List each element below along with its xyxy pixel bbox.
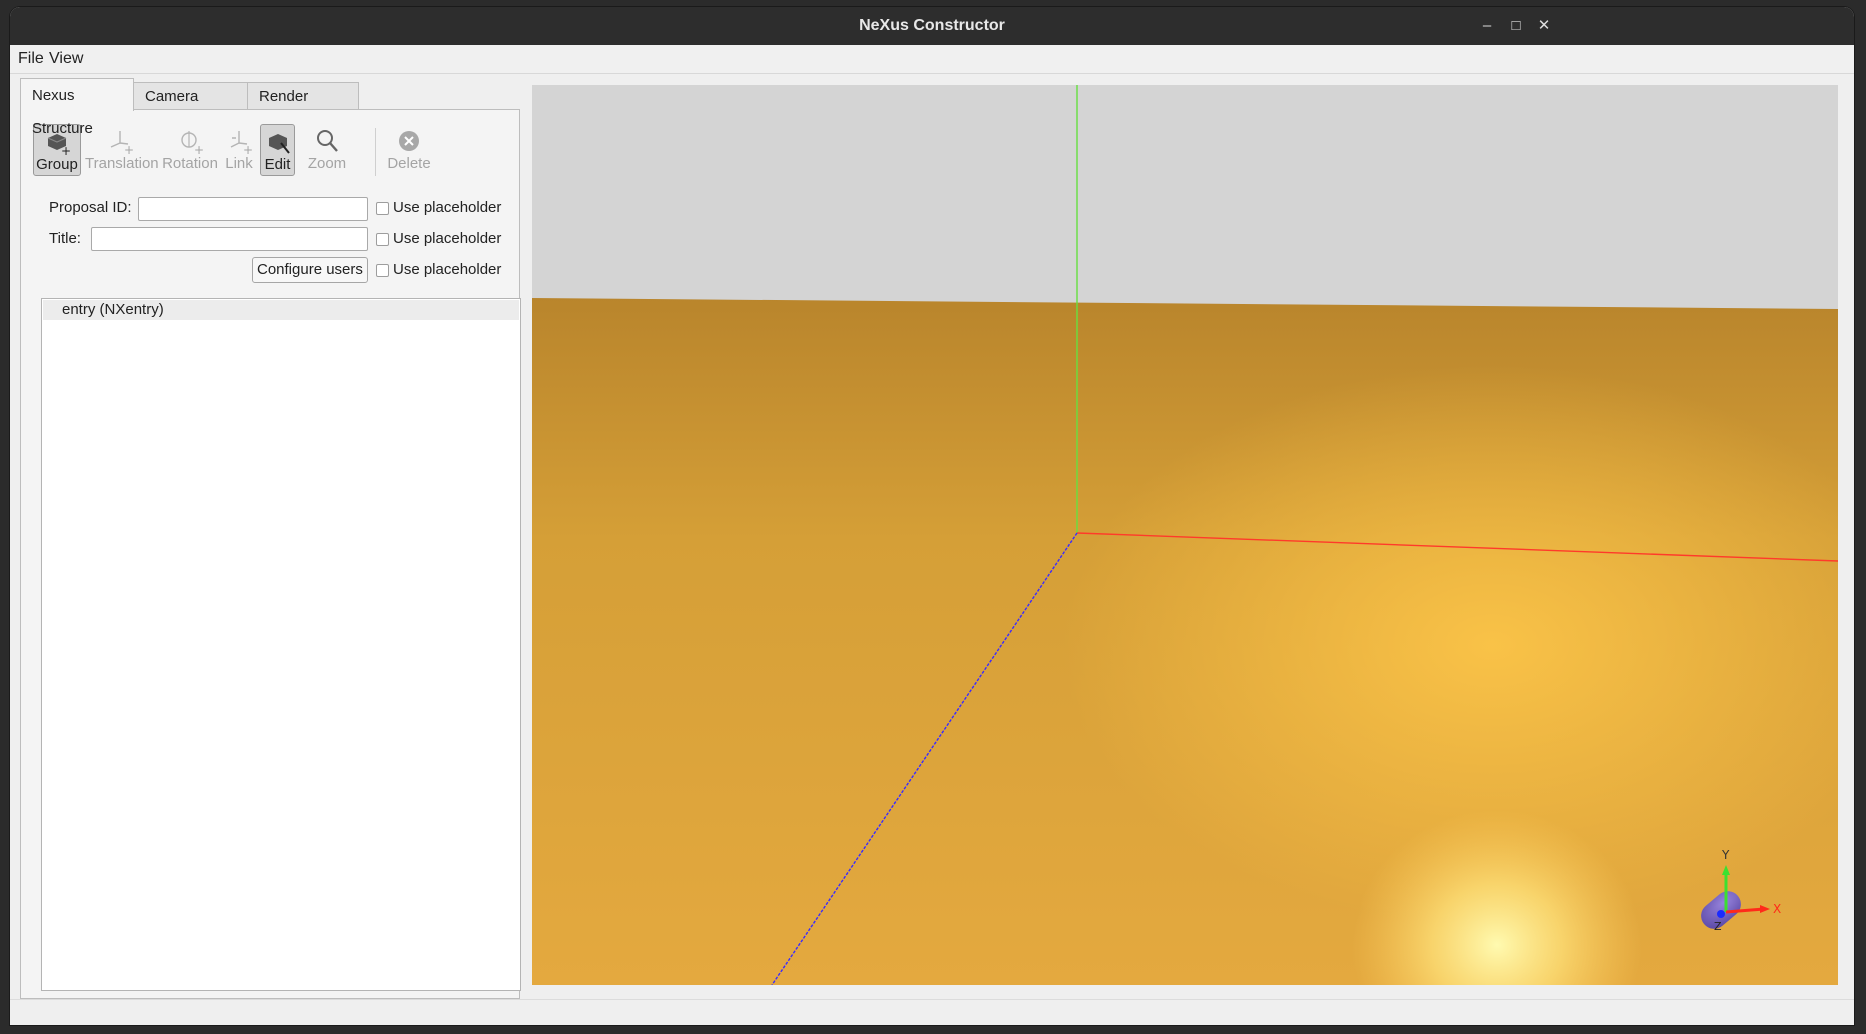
svg-text:+: + (194, 143, 204, 155)
link-button[interactable]: + Link (224, 124, 254, 176)
translation-button[interactable]: + Translation (85, 124, 159, 176)
nexus-structure-panel: + Group + Translation + Rotation + Link (20, 109, 521, 999)
proposal-placeholder-checkbox[interactable] (376, 202, 389, 215)
title-placeholder-label: Use placeholder (393, 230, 502, 247)
edit-label: Edit (264, 156, 291, 173)
tab-nexus-structure[interactable]: Nexus Structure (20, 78, 134, 137)
app-window: NeXus Constructor – □ ✕ File View Nexus … (10, 7, 1854, 1025)
tree-item-entry[interactable]: entry (NXentry) (43, 300, 519, 320)
gizmo-x-label: X (1773, 902, 1781, 916)
tab-camera-settings[interactable]: Camera Settings (133, 82, 248, 133)
scene-canvas: Y X Z (532, 85, 1838, 985)
menu-view[interactable]: View (49, 45, 83, 73)
svg-text:+: + (243, 143, 253, 155)
title-input[interactable] (91, 227, 368, 251)
menu-bar: File View (10, 45, 1854, 74)
tree-item-label: entry (NXentry) (62, 301, 164, 318)
gizmo-y-label: Y (1721, 848, 1730, 862)
title-placeholder-checkbox[interactable] (376, 233, 389, 246)
close-icon[interactable]: ✕ (1534, 16, 1554, 36)
users-placeholder-checkbox[interactable] (376, 264, 389, 277)
minimize-icon[interactable]: – (1477, 16, 1497, 36)
edit-button[interactable]: Edit (260, 124, 295, 176)
group-label: Group (36, 156, 78, 173)
tab-render-settings[interactable]: Render Settings (247, 82, 359, 133)
rotation-button[interactable]: + Rotation (161, 124, 219, 176)
toolbar-separator (375, 128, 376, 176)
component-tree[interactable]: entry (NXentry) (41, 298, 521, 991)
configure-users-button[interactable]: Configure users (252, 257, 368, 283)
proposal-placeholder-label: Use placeholder (393, 199, 502, 216)
users-placeholder-label: Use placeholder (393, 261, 502, 278)
translation-icon: + (85, 127, 155, 157)
title-bar: NeXus Constructor – □ ✕ (10, 7, 1854, 45)
delete-label: Delete (387, 155, 431, 172)
edit-icon (261, 128, 294, 156)
window-title: NeXus Constructor (859, 17, 1005, 34)
gizmo-z-dot (1717, 910, 1725, 918)
zoom-button[interactable]: Zoom (302, 124, 352, 176)
rotation-label: Rotation (162, 155, 218, 172)
menu-file[interactable]: File (18, 45, 44, 73)
gizmo-z-label: Z (1714, 920, 1722, 933)
delete-icon (381, 127, 437, 155)
translation-label: Translation (85, 155, 159, 172)
rotation-icon: + (161, 127, 219, 157)
3d-viewport[interactable]: Y X Z (532, 85, 1838, 985)
status-bar (10, 999, 1854, 1025)
maximize-icon[interactable]: □ (1506, 16, 1526, 36)
proposal-id-input[interactable] (138, 197, 368, 221)
zoom-label: Zoom (307, 155, 347, 172)
zoom-icon (302, 127, 352, 155)
svg-text:+: + (124, 143, 134, 155)
proposal-id-label: Proposal ID: (49, 199, 132, 216)
link-icon: + (224, 127, 254, 157)
svg-text:+: + (61, 144, 71, 156)
title-label: Title: (49, 230, 81, 247)
link-label: Link (225, 155, 253, 172)
delete-button[interactable]: Delete (381, 124, 437, 176)
